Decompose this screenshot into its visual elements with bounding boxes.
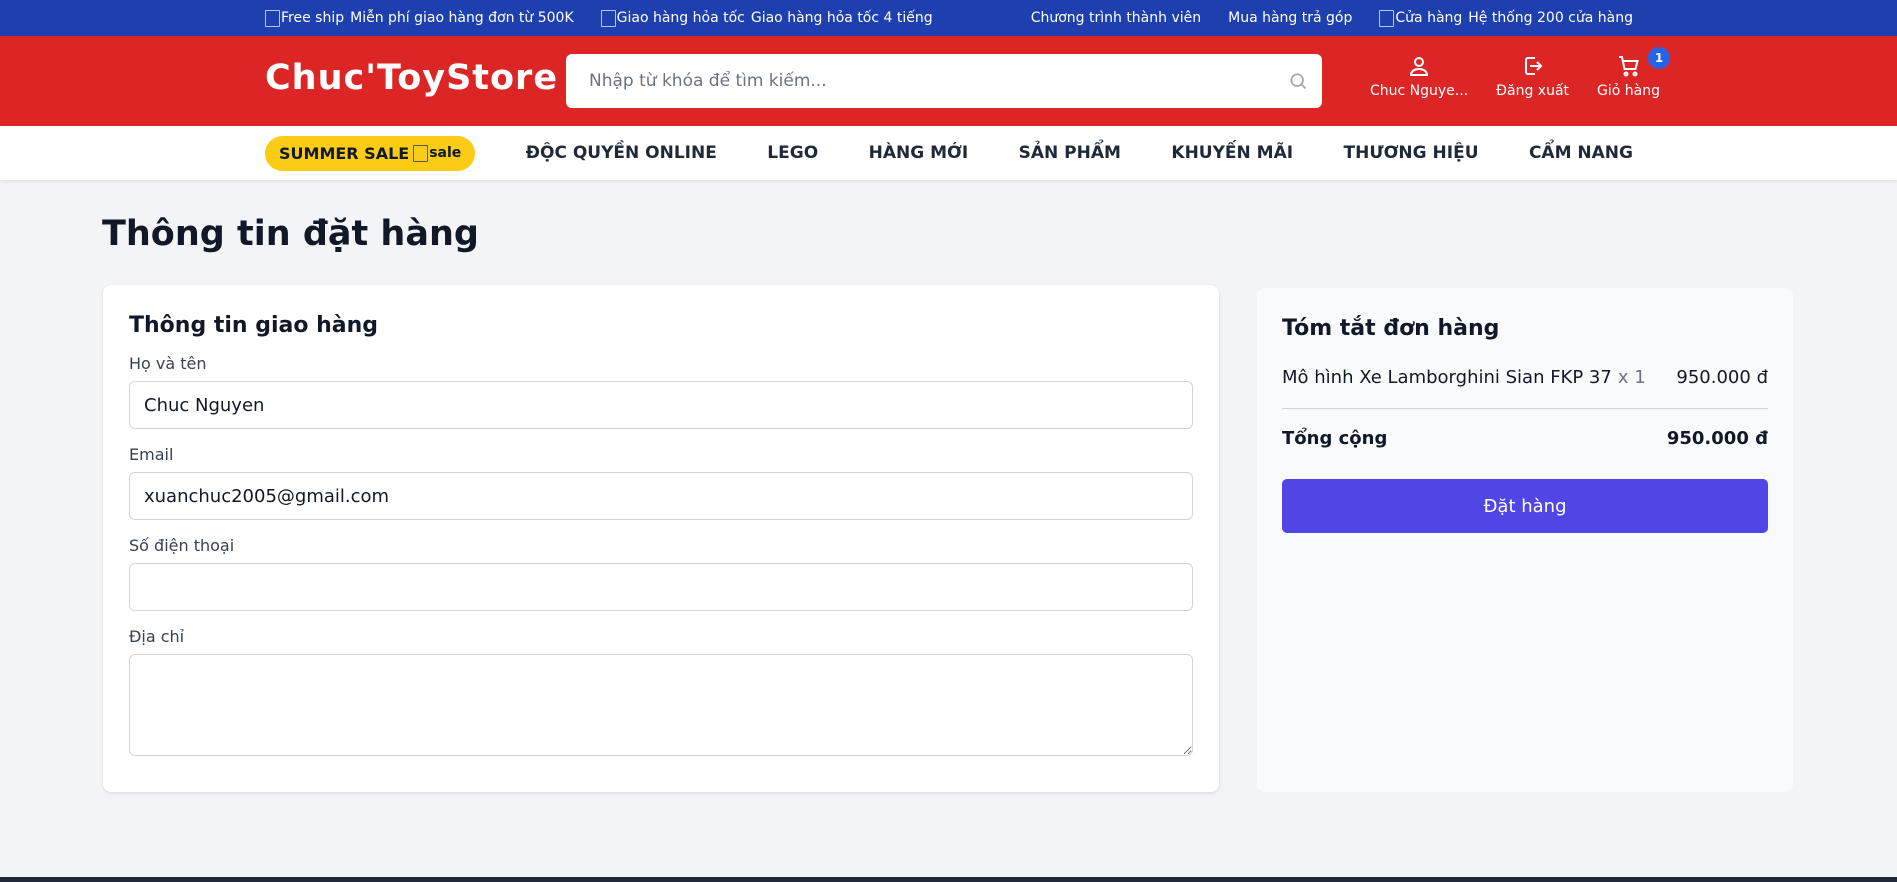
express-delivery-icon: Giao hàng hỏa tốc (601, 10, 745, 27)
nav-item-guide[interactable]: CẨM NANG (1529, 143, 1633, 163)
nav-item-brands[interactable]: THƯƠNG HIỆU (1344, 143, 1479, 163)
summer-sale-button[interactable]: SUMMER SALE sale (265, 135, 476, 171)
cart-button[interactable]: Giỏ hàng 1 (1597, 47, 1670, 99)
cart-icon (1618, 56, 1639, 77)
main-header: Chuc'ToyStore Chuc Nguye... Đăng xuất Gi… (0, 36, 1897, 126)
order-total-value: 950.000 đ (1666, 428, 1768, 449)
installment-link[interactable]: Mua hàng trả góp (1228, 10, 1352, 26)
store-system-link[interactable]: Cửa hàng Hệ thống 200 cửa hàng (1379, 10, 1633, 27)
order-item-price: 950.000 đ (1676, 367, 1768, 388)
free-ship-text: Miễn phí giao hàng đơn từ 500K (350, 10, 574, 26)
name-field-group: Họ và tên (129, 354, 1193, 429)
order-item-qty: x 1 (1617, 367, 1646, 388)
phone-input[interactable] (129, 563, 1193, 611)
nav-item-new-arrivals[interactable]: HÀNG MỚI (869, 143, 969, 163)
search-icon (1290, 73, 1307, 90)
address-label: Địa chỉ (129, 627, 185, 646)
search-input[interactable] (566, 54, 1274, 108)
address-field-group: Địa chỉ (129, 627, 1193, 760)
cart-label: Giỏ hàng (1597, 83, 1660, 99)
search-button[interactable] (1274, 54, 1322, 108)
shipping-form-title: Thông tin giao hàng (129, 313, 379, 338)
user-icon (1410, 57, 1429, 76)
nav-item-promotions[interactable]: KHUYẾN MÃI (1171, 143, 1293, 163)
top-bar: Free ship Miễn phí giao hàng đơn từ 500K… (0, 0, 1897, 36)
email-input[interactable] (129, 472, 1193, 520)
store-logo[interactable]: Chuc'ToyStore (265, 58, 558, 98)
order-total-row: Tổng cộng 950.000 đ (1282, 409, 1768, 449)
order-summary-card: Tóm tắt đơn hàng Mô hình Xe Lamborghini … (1257, 288, 1793, 792)
order-item-desc: Mô hình Xe Lamborghini Sian FKP 37 x 1 (1282, 367, 1646, 388)
express-delivery-text: Giao hàng hỏa tốc 4 tiếng (750, 10, 933, 26)
address-textarea[interactable] (129, 654, 1193, 756)
header-actions: Chuc Nguye... Đăng xuất Giỏ hàng 1 (1370, 47, 1670, 99)
order-summary-title: Tóm tắt đơn hàng (1282, 316, 1500, 341)
nav-item-products[interactable]: SẢN PHẨM (1019, 143, 1121, 163)
cart-count-badge: 1 (1648, 47, 1670, 69)
store-icon: Cửa hàng (1379, 10, 1462, 27)
nav-item-exclusive-online[interactable]: ĐỘC QUYỀN ONLINE (526, 143, 717, 163)
nav-item-lego[interactable]: LEGO (767, 143, 818, 163)
order-item-row: Mô hình Xe Lamborghini Sian FKP 37 x 1 95… (1282, 357, 1768, 409)
free-ship-icon: Free ship (265, 10, 344, 27)
phone-label: Số điện thoại (129, 536, 235, 555)
name-label: Họ và tên (129, 354, 207, 373)
account-button[interactable]: Chuc Nguye... (1370, 54, 1468, 99)
top-bar-links: Chương trình thành viên Mua hàng trả góp… (1031, 10, 1633, 27)
order-item-name: Mô hình Xe Lamborghini Sian FKP 37 (1282, 367, 1612, 388)
shipping-form-card: Thông tin giao hàng Họ và tên Email Số đ… (103, 285, 1219, 792)
logout-icon (1524, 57, 1543, 75)
email-label: Email (129, 445, 174, 464)
footer-edge (0, 877, 1897, 882)
free-ship-promo: Free ship Miễn phí giao hàng đơn từ 500K (265, 10, 574, 27)
logout-button[interactable]: Đăng xuất (1496, 54, 1569, 99)
account-label: Chuc Nguye... (1370, 83, 1469, 99)
logout-label: Đăng xuất (1496, 83, 1570, 99)
store-system-text: Hệ thống 200 cửa hàng (1468, 10, 1633, 26)
member-program-link[interactable]: Chương trình thành viên (1031, 10, 1201, 26)
category-nav: SUMMER SALE sale ĐỘC QUYỀN ONLINE LEGO H… (0, 126, 1897, 180)
place-order-button[interactable]: Đặt hàng (1282, 479, 1768, 533)
sale-icon: sale (413, 145, 461, 162)
email-field-group: Email (129, 445, 1193, 520)
phone-field-group: Số điện thoại (129, 536, 1193, 611)
summer-sale-label: SUMMER SALE (279, 143, 410, 163)
top-bar-promos: Free ship Miễn phí giao hàng đơn từ 500K… (265, 10, 933, 27)
order-total-label: Tổng cộng (1282, 428, 1388, 449)
search-bar (566, 54, 1322, 108)
express-delivery-promo: Giao hàng hỏa tốc Giao hàng hỏa tốc 4 ti… (601, 10, 933, 27)
name-input[interactable] (129, 381, 1193, 429)
page-title: Thông tin đặt hàng (102, 214, 479, 254)
